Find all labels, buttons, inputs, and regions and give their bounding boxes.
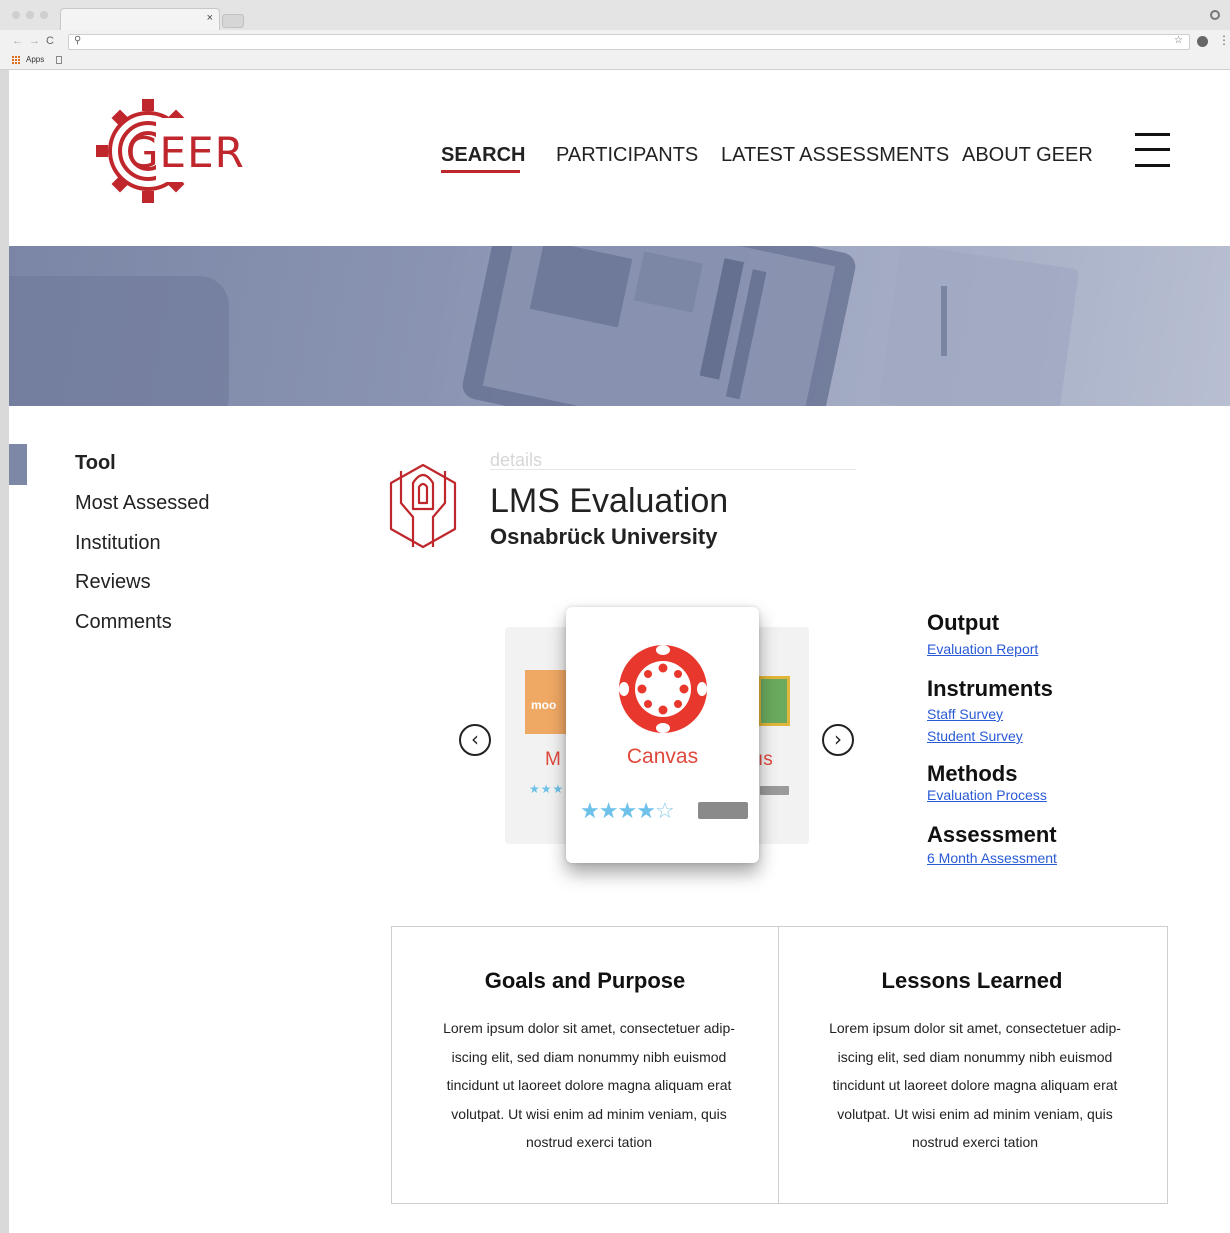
goals-line: volutpat. Ut wisi enim ad minim veniam, … xyxy=(451,1105,727,1122)
assessment-heading: Assessment xyxy=(927,822,1057,847)
logo-wordmark: GEER xyxy=(126,128,245,177)
canvas-logo-icon xyxy=(619,645,707,733)
moodle-logo[interactable]: moo xyxy=(525,670,567,734)
star-filled-icon: ★ xyxy=(598,798,619,823)
tab-strip: × xyxy=(0,0,1230,30)
goals-text: Lorem ipsum dolor sit amet, consectetuer… xyxy=(419,1014,759,1157)
hero-banner xyxy=(9,246,1230,406)
active-card-name[interactable]: Canvas xyxy=(566,745,759,769)
sidebar-item-tool[interactable]: Tool xyxy=(75,452,116,475)
section-divider xyxy=(490,469,856,470)
browser-tab[interactable]: × xyxy=(60,8,220,30)
search-icon: ⚲ xyxy=(74,35,82,46)
page-title: LMS Evaluation xyxy=(490,482,729,520)
moodle-logo-text: moo xyxy=(531,698,557,712)
instruments-heading: Instruments xyxy=(927,676,1053,701)
star-empty-icon: ☆ xyxy=(654,798,675,823)
bookmark-star-icon[interactable]: ☆ xyxy=(1174,35,1183,46)
window-zoom-dot[interactable] xyxy=(40,11,48,19)
left-card-rating: ★★★ xyxy=(529,782,565,796)
goals-line: tincidunt ut laoreet dolore magna aliqua… xyxy=(446,1077,732,1093)
browser-menu-icon[interactable]: ⋮ xyxy=(1218,33,1230,47)
nav-search[interactable]: SEARCH xyxy=(441,144,525,167)
institution-logo xyxy=(389,463,457,549)
tool-thumbnail-right[interactable] xyxy=(758,676,790,726)
hamburger-menu-icon[interactable] xyxy=(1135,133,1170,167)
lessons-text: Lorem ipsum dolor sit amet, consectetuer… xyxy=(805,1014,1145,1157)
hero-photo xyxy=(9,246,1079,406)
evaluations-badge xyxy=(698,802,748,819)
sidebar-item-comments[interactable]: Comments xyxy=(75,611,172,634)
staff-survey-link[interactable]: Staff Survey xyxy=(927,706,1003,722)
lessons-line: volutpat. Ut wisi enim ad minim veniam, … xyxy=(837,1105,1113,1122)
methods-heading: Methods xyxy=(927,761,1018,786)
sidebar-item-institution[interactable]: Institution xyxy=(75,532,161,555)
nav-active-underline xyxy=(441,170,520,173)
chevron-right-icon: › xyxy=(834,727,842,751)
bookmarks-bar: Apps xyxy=(12,55,63,64)
window-left-edge xyxy=(0,70,9,1233)
right-card-name[interactable]: ıs xyxy=(758,749,773,771)
evaluation-process-link[interactable]: Evaluation Process xyxy=(927,787,1047,803)
lessons-line: iscing elit, sed diam nonummy nibh euism… xyxy=(837,1048,1113,1065)
star-filled-icon: ★ xyxy=(636,798,656,823)
page-bookmark-icon[interactable] xyxy=(56,55,63,64)
evaluation-report-link[interactable]: Evaluation Report xyxy=(927,641,1038,657)
institution-name: Osnabrück University xyxy=(490,524,718,549)
output-heading: Output xyxy=(927,610,1000,635)
tab-close-icon[interactable]: × xyxy=(207,12,213,24)
lessons-heading: Lessons Learned xyxy=(881,968,1063,993)
apps-grid-icon[interactable] xyxy=(12,55,22,64)
goals-line: Lorem ipsum dolor sit amet, consectetuer… xyxy=(443,1020,735,1036)
extension-icon[interactable] xyxy=(1197,36,1208,47)
chevron-left-icon: ‹ xyxy=(471,727,479,751)
six-month-assessment-link[interactable]: 6 Month Assessment xyxy=(927,850,1057,866)
goals-heading: Goals and Purpose xyxy=(484,968,686,993)
apps-bookmark[interactable]: Apps xyxy=(26,55,44,64)
goals-line: iscing elit, sed diam nonummy nibh euism… xyxy=(451,1048,727,1065)
browser-chrome: × ←→C ⚲ ☆ ⋮ Apps xyxy=(0,0,1230,70)
carousel-next-button[interactable]: › xyxy=(822,724,854,756)
new-tab-button[interactable] xyxy=(222,14,244,28)
window-close-dot[interactable] xyxy=(12,11,20,19)
profile-icon[interactable] xyxy=(1210,10,1220,20)
left-card-name[interactable]: M xyxy=(545,749,561,771)
right-card-badge xyxy=(760,786,789,795)
reload-icon[interactable]: C xyxy=(46,35,60,47)
student-survey-link[interactable]: Student Survey xyxy=(927,728,1023,744)
sidebar-active-marker xyxy=(9,444,27,485)
star-filled-icon: ★ xyxy=(617,798,637,823)
browser-nav-buttons[interactable]: ←→C xyxy=(12,35,60,47)
section-label: details xyxy=(490,450,543,470)
nav-about-geer[interactable]: ABOUT GEER xyxy=(962,144,1093,167)
nav-latest-assessments[interactable]: LATEST ASSESSMENTS xyxy=(721,144,949,167)
carousel-prev-button[interactable]: ‹ xyxy=(459,724,491,756)
sidebar-item-reviews[interactable]: Reviews xyxy=(75,571,151,594)
goals-line: nostrud exerci tation xyxy=(525,1134,653,1150)
active-card-rating: ★★★★☆ xyxy=(580,798,675,824)
sidebar-item-most-assessed[interactable]: Most Assessed xyxy=(75,492,210,515)
address-bar[interactable]: ⚲ ☆ xyxy=(68,34,1190,50)
star-filled-icon: ★ xyxy=(580,798,600,823)
lessons-line: Lorem ipsum dolor sit amet, consectetuer… xyxy=(829,1020,1121,1036)
nav-participants[interactable]: PARTICIPANTS xyxy=(556,144,698,167)
lessons-line: nostrud exerci tation xyxy=(911,1134,1039,1150)
lessons-line: tincidunt ut laoreet dolore magna aliqua… xyxy=(832,1077,1118,1093)
window-minimize-dot[interactable] xyxy=(26,11,34,19)
